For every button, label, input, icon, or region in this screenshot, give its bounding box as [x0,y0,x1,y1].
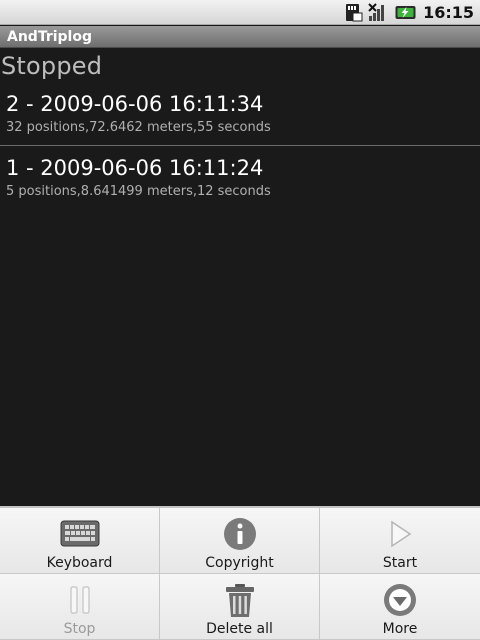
keyboard-icon [60,520,99,547]
info-icon [223,518,256,550]
keyboard-menu-item[interactable]: Keyboard [0,508,160,574]
tracking-status: Stopped [1,52,103,80]
copyright-label: Copyright [205,555,274,571]
stop-label: Stop [63,621,96,637]
copyright-menu-item[interactable]: Copyright [160,508,320,574]
status-icons: 16:15 [344,2,474,23]
trip-list-item[interactable]: 2 - 2009-06-06 16:11:34 32 positions,72.… [0,82,480,146]
more-label: More [382,621,418,637]
keyboard-label: Keyboard [46,555,113,571]
start-menu-item[interactable]: Start [320,508,480,574]
trash-icon [225,584,254,617]
status-bar: 16:15 [0,0,480,25]
stop-menu-item[interactable]: Stop [0,574,160,640]
trip-title: 2 - 2009-06-06 16:11:34 [6,92,264,116]
trip-list: 2 - 2009-06-06 16:11:34 32 positions,72.… [0,82,480,210]
start-label: Start [382,555,418,571]
app-title: AndTriplog [7,29,92,45]
play-icon [391,520,412,548]
title-bar: AndTriplog [0,26,480,48]
delete-all-menu-item[interactable]: Delete all [160,574,320,640]
delete-all-label: Delete all [206,621,273,637]
more-menu-item[interactable]: More [320,574,480,640]
options-menu: Keyboard Copyright Start Stop Delete all… [0,506,480,640]
battery-charging-icon [395,6,416,19]
no-signal-icon [368,3,385,21]
trip-title: 1 - 2009-06-06 16:11:24 [6,156,264,180]
sd-card-icon [346,4,363,22]
chevron-down-icon [384,584,416,616]
trip-details: 5 positions,8.641499 meters,12 seconds [6,184,271,199]
pause-icon [69,586,90,614]
trip-details: 32 positions,72.6462 meters,55 seconds [6,120,271,135]
trip-list-item[interactable]: 1 - 2009-06-06 16:11:24 5 positions,8.64… [0,146,480,210]
clock: 16:15 [423,3,474,22]
